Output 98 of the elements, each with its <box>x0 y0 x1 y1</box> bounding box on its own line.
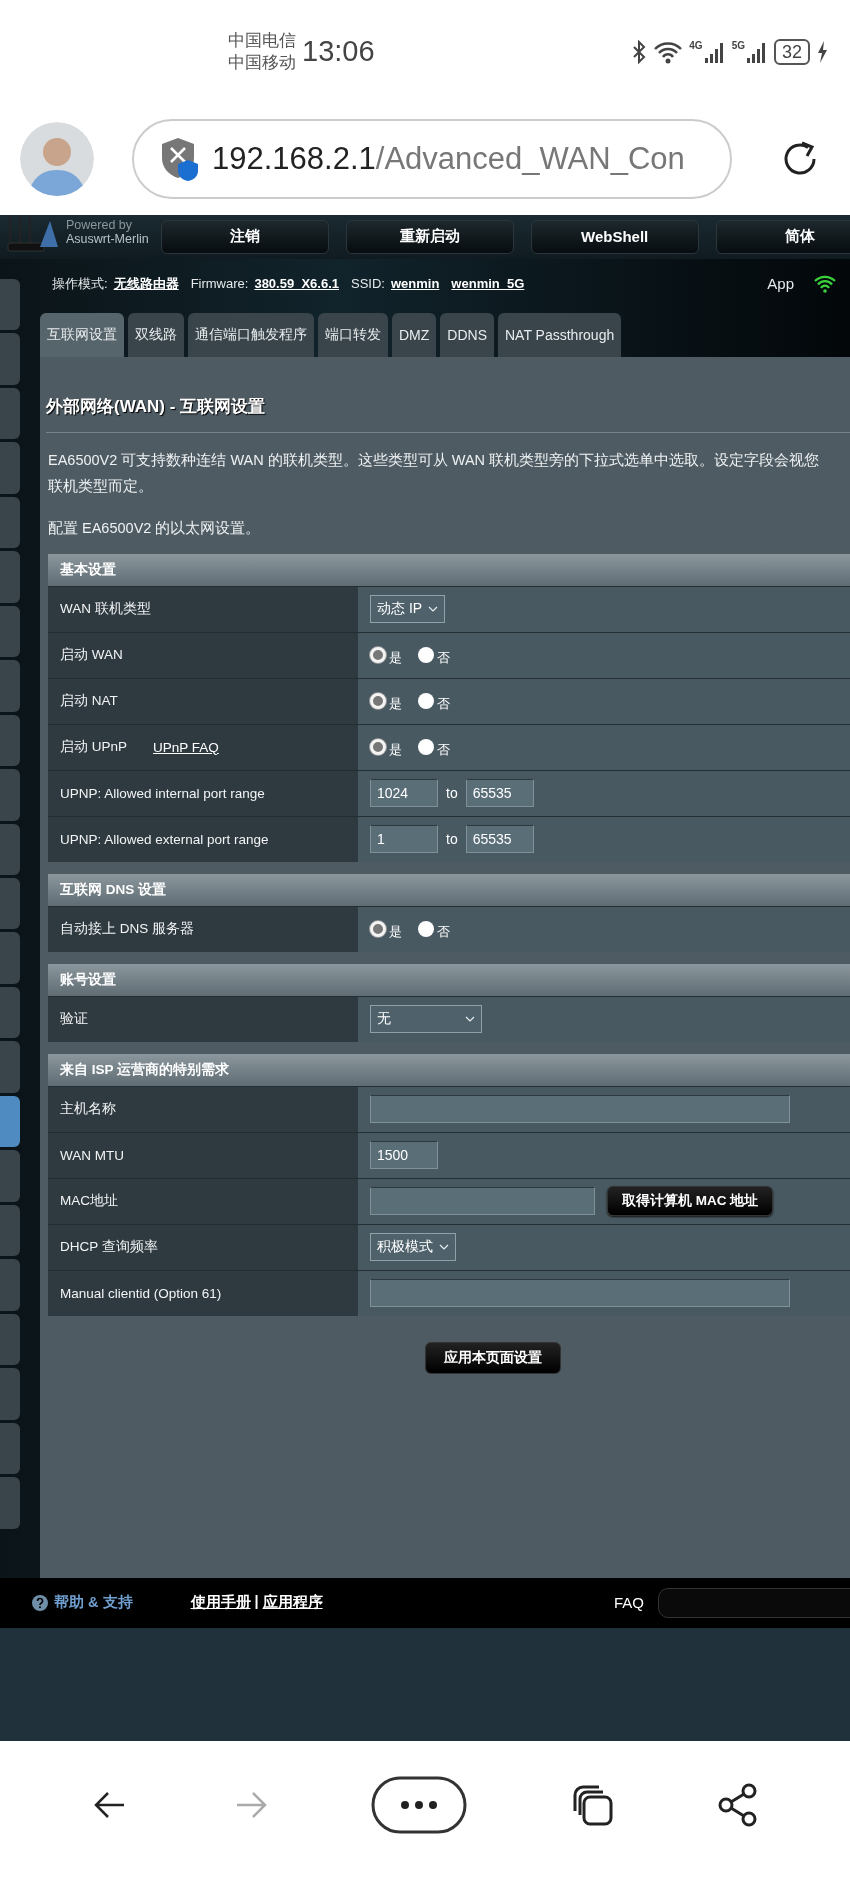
section-header: 基本设置 <box>48 553 850 586</box>
battery-level: 32 <box>773 38 810 65</box>
address-bar[interactable]: 192.168.2.1/Advanced_WAN_Con <box>132 119 732 200</box>
field-label: 启动 UPnP <box>60 738 128 757</box>
field-label: UPNP: Allowed external port range <box>60 831 269 847</box>
help-icon <box>32 1594 48 1611</box>
radio-label: 否 <box>437 649 450 668</box>
page-title: 外部网络(WAN) - 互联网设置 <box>46 395 267 418</box>
radio-label: 是 <box>389 649 402 668</box>
link-separator: | <box>254 1593 259 1612</box>
more-icon[interactable] <box>370 1776 467 1835</box>
section-header: 来自 ISP 运营商的特别需求 <box>48 1053 850 1086</box>
radio-button[interactable] <box>370 739 386 756</box>
section-header: 互联网 DNS 设置 <box>48 873 850 906</box>
port-field[interactable]: 1 <box>370 825 438 854</box>
header-button[interactable]: 注销 <box>160 219 329 254</box>
dropdown[interactable]: 动态 IP <box>370 595 446 624</box>
input-field[interactable] <box>370 1095 790 1124</box>
radio-button[interactable] <box>370 693 386 710</box>
tab[interactable]: 双线路 <box>128 312 184 357</box>
description-text: 联机类型而定。 <box>48 476 154 496</box>
field-label: 验证 <box>60 1010 88 1029</box>
header-button[interactable]: 简体 <box>715 219 850 254</box>
carrier-name: 中国电信 <box>228 29 296 52</box>
field-label: 自动接上 DNS 服务器 <box>60 920 194 939</box>
field-label: Manual clientid (Option 61) <box>60 1285 222 1301</box>
field-label: MAC地址 <box>60 1192 118 1211</box>
info-label: 操作模式: <box>52 274 108 293</box>
header-button[interactable]: 重新启动 <box>345 219 514 254</box>
port-field[interactable]: 1024 <box>370 779 438 808</box>
radio-label: 否 <box>437 741 450 760</box>
faq-link[interactable]: UPnP FAQ <box>153 739 219 755</box>
description-text: EA6500V2 可支持数种连结 WAN 的联机类型。这些类型可从 WAN 联机类型旁的下拉式选单中选取。设定字段会视您 <box>48 450 821 470</box>
range-joiner: to <box>446 831 458 848</box>
field-label: 启动 NAT <box>60 692 118 711</box>
tab[interactable]: 互联网设置 <box>40 312 124 357</box>
apply-button[interactable]: 应用本页面设置 <box>425 1341 561 1374</box>
app-link[interactable]: App <box>767 275 794 293</box>
radio-label: 否 <box>437 923 450 942</box>
radio-label: 是 <box>389 695 402 714</box>
logo-text: Asuswrt-Merlin <box>66 231 149 246</box>
section-header: 账号设置 <box>48 963 850 996</box>
port-field[interactable]: 65535 <box>465 825 534 854</box>
info-link[interactable]: 380.59_X6.6.1 <box>254 276 339 292</box>
tab[interactable]: 端口转发 <box>318 312 388 357</box>
clock: 13:06 <box>302 35 375 69</box>
tab[interactable]: DMZ <box>392 312 437 357</box>
faq-label: FAQ <box>614 1594 644 1612</box>
field-label: 主机名称 <box>60 1100 116 1119</box>
field-label: DHCP 查询频率 <box>60 1238 158 1257</box>
port-field[interactable]: 65535 <box>465 779 534 808</box>
bluetooth-icon <box>631 39 648 64</box>
tab[interactable]: 通信端口触发程序 <box>188 312 314 357</box>
radio-button[interactable] <box>418 739 434 756</box>
get-mac-button[interactable]: 取得计算机 MAC 地址 <box>607 1186 774 1217</box>
tab[interactable]: DDNS <box>440 312 494 357</box>
radio-button[interactable] <box>370 647 386 664</box>
logo-text: Powered by <box>66 217 133 232</box>
input-field[interactable] <box>370 1279 790 1308</box>
info-link[interactable]: wenmin <box>390 276 440 292</box>
shield-icon <box>160 136 200 183</box>
info-link[interactable]: 无线路由器 <box>113 274 179 293</box>
radio-button[interactable] <box>370 921 386 938</box>
tab[interactable]: NAT Passthrough <box>498 312 622 357</box>
charging-icon <box>816 39 828 64</box>
input-field[interactable]: 1500 <box>370 1141 438 1170</box>
footer-link[interactable]: 应用程序 <box>262 1593 323 1613</box>
info-label: SSID: <box>351 276 385 292</box>
network-label: 4G <box>689 39 703 51</box>
dropdown[interactable]: 无 <box>370 1005 482 1034</box>
carrier-name: 中国移动 <box>228 51 296 74</box>
info-label: Firmware: <box>190 276 249 292</box>
caret-icon <box>439 1244 449 1251</box>
radio-label: 否 <box>437 695 450 714</box>
footer-link[interactable]: 使用手册 <box>190 1593 251 1613</box>
help-link[interactable]: 帮助 & 支持 <box>54 1593 133 1613</box>
caret-icon <box>465 1016 475 1023</box>
field-label: WAN MTU <box>60 1147 124 1163</box>
config-note: 配置 EA6500V2 的以太网设置。 <box>48 518 262 538</box>
wifi-icon <box>814 274 836 293</box>
radio-button[interactable] <box>418 693 434 710</box>
header-button[interactable]: WebShell <box>530 219 699 254</box>
url-text: 192.168.2.1/Advanced_WAN_Con <box>212 141 685 178</box>
radio-label: 是 <box>389 741 402 760</box>
dropdown[interactable]: 积极模式 <box>370 1233 456 1262</box>
search-field[interactable] <box>658 1587 850 1618</box>
radio-button[interactable] <box>418 647 434 664</box>
info-link[interactable]: wenmin_5G <box>451 276 525 292</box>
radio-button[interactable] <box>418 921 434 938</box>
input-field[interactable] <box>370 1187 595 1216</box>
field-label: UPNP: Allowed internal port range <box>60 785 265 801</box>
radio-label: 是 <box>389 923 402 942</box>
field-label: WAN 联机类型 <box>60 600 151 619</box>
field-label: 启动 WAN <box>60 646 123 665</box>
range-joiner: to <box>446 785 458 802</box>
wifi-icon <box>653 39 684 64</box>
network-label: 5G <box>731 39 745 51</box>
caret-icon <box>428 606 439 613</box>
